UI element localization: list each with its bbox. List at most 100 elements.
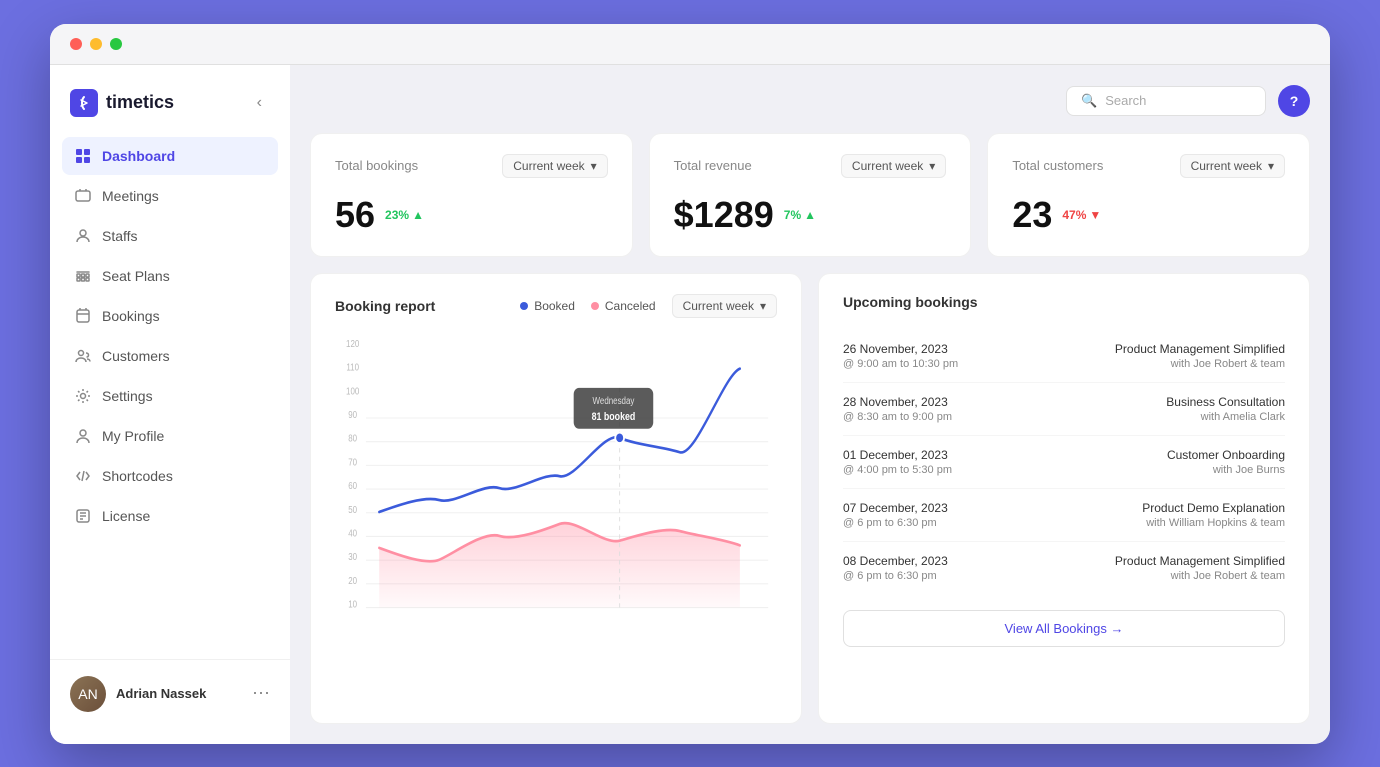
svg-text:Wednesday: Wednesday: [593, 395, 635, 406]
stat-card-customers: Total customers Current week ▾ 23 47% ▼: [987, 133, 1310, 257]
svg-text:110: 110: [346, 361, 359, 372]
svg-text:50: 50: [348, 504, 357, 515]
sidebar-item-seat-plans[interactable]: Seat Plans: [62, 257, 278, 295]
stat-badge: 23% ▲: [385, 208, 424, 222]
sidebar-item-label: Staffs: [102, 228, 138, 244]
upcoming-bookings-title: Upcoming bookings: [843, 294, 1285, 310]
seat-plans-icon: [74, 267, 92, 285]
booking-date-time: 28 November, 2023 @ 8:30 am to 9:00 pm: [843, 395, 952, 423]
booking-item: 01 December, 2023 @ 4:00 pm to 5:30 pm C…: [843, 436, 1285, 489]
sidebar-item-staffs[interactable]: Staffs: [62, 217, 278, 255]
stat-value: 56: [335, 194, 375, 236]
upcoming-bookings-card: Upcoming bookings 26 November, 2023 @ 9:…: [818, 273, 1310, 724]
title-bar: [50, 24, 1330, 65]
minimize-button[interactable]: [90, 38, 102, 50]
chart-legend: Booked Canceled Current week ▾: [520, 294, 777, 318]
sidebar: timetics ‹ Dashboard: [50, 65, 290, 744]
sidebar-item-meetings[interactable]: Meetings: [62, 177, 278, 215]
dashboard-icon: [74, 147, 92, 165]
stat-card-revenue: Total revenue Current week ▾ $1289 7% ▲: [649, 133, 972, 257]
booking-item: 28 November, 2023 @ 8:30 am to 9:00 pm B…: [843, 383, 1285, 436]
sidebar-item-customers[interactable]: Customers: [62, 337, 278, 375]
booking-with: with Joe Robert & team: [1115, 570, 1285, 582]
booking-with: with Joe Robert & team: [1115, 358, 1285, 370]
close-button[interactable]: [70, 38, 82, 50]
booking-time: @ 6 pm to 6:30 pm: [843, 570, 948, 582]
help-button[interactable]: ?: [1278, 85, 1310, 117]
sidebar-item-bookings[interactable]: Bookings: [62, 297, 278, 335]
chevron-down-icon: ▾: [1268, 159, 1274, 173]
booking-date-time: 07 December, 2023 @ 6 pm to 6:30 pm: [843, 501, 948, 529]
chart-container: 10 20 30 40 50 60 70 80 90 100 110 120: [335, 334, 777, 614]
view-all-bookings-button[interactable]: View All Bookings →: [843, 610, 1285, 647]
sidebar-item-label: Bookings: [102, 308, 160, 324]
booking-time: @ 6 pm to 6:30 pm: [843, 517, 948, 529]
booking-event: Product Demo Explanation: [1142, 501, 1285, 515]
staffs-icon: [74, 227, 92, 245]
booking-event: Product Management Simplified: [1115, 342, 1285, 356]
sidebar-item-license[interactable]: License: [62, 497, 278, 535]
main-content: 🔍 Search ? Total bookings Current week ▾: [290, 65, 1330, 744]
search-box[interactable]: 🔍 Search: [1066, 86, 1266, 116]
stat-label: Total revenue: [674, 158, 752, 173]
search-placeholder: Search: [1105, 93, 1146, 108]
booking-event-info: Product Management Simplified with Joe R…: [1115, 554, 1285, 582]
stats-row: Total bookings Current week ▾ 56 23% ▲: [310, 133, 1310, 257]
sidebar-item-label: Seat Plans: [102, 268, 170, 284]
shortcodes-icon: [74, 467, 92, 485]
logo-icon: [70, 89, 98, 117]
avatar: AN: [70, 676, 106, 712]
chart-title: Booking report: [335, 298, 435, 314]
logo-text: timetics: [106, 92, 174, 113]
booking-date: 01 December, 2023: [843, 448, 952, 462]
top-bar: 🔍 Search ?: [310, 85, 1310, 117]
sidebar-item-label: Settings: [102, 388, 153, 404]
stat-card-bookings: Total bookings Current week ▾ 56 23% ▲: [310, 133, 633, 257]
sidebar-footer: AN Adrian Nassek ⋯: [50, 659, 290, 728]
sidebar-item-label: My Profile: [102, 428, 164, 444]
user-more-button[interactable]: ⋯: [252, 683, 270, 704]
search-icon: 🔍: [1081, 93, 1097, 109]
booking-item: 26 November, 2023 @ 9:00 am to 10:30 pm …: [843, 330, 1285, 383]
logo-area: timetics ‹: [50, 81, 290, 137]
chart-period-selector[interactable]: Current week ▾: [672, 294, 777, 318]
booking-with: with Amelia Clark: [1166, 411, 1285, 423]
license-icon: [74, 507, 92, 525]
legend-canceled: Canceled: [591, 299, 656, 313]
sidebar-item-dashboard[interactable]: Dashboard: [62, 137, 278, 175]
sidebar-item-my-profile[interactable]: My Profile: [62, 417, 278, 455]
booking-with: with William Hopkins & team: [1142, 517, 1285, 529]
my-profile-icon: [74, 427, 92, 445]
booking-event-info: Product Management Simplified with Joe R…: [1115, 342, 1285, 370]
collapse-sidebar-button[interactable]: ‹: [249, 90, 270, 116]
period-selector-bookings[interactable]: Current week ▾: [502, 154, 607, 178]
stat-label: Total customers: [1012, 158, 1103, 173]
booking-date-time: 01 December, 2023 @ 4:00 pm to 5:30 pm: [843, 448, 952, 476]
chevron-down-icon: ▾: [929, 159, 935, 173]
booking-time: @ 4:00 pm to 5:30 pm: [843, 464, 952, 476]
booking-date-time: 08 December, 2023 @ 6 pm to 6:30 pm: [843, 554, 948, 582]
svg-text:120: 120: [346, 338, 359, 349]
booking-event-info: Product Demo Explanation with William Ho…: [1142, 501, 1285, 529]
user-name: Adrian Nassek: [116, 686, 242, 701]
booking-event-info: Business Consultation with Amelia Clark: [1166, 395, 1285, 423]
maximize-button[interactable]: [110, 38, 122, 50]
sidebar-item-label: Customers: [102, 348, 170, 364]
period-selector-customers[interactable]: Current week ▾: [1180, 154, 1285, 178]
sidebar-item-shortcodes[interactable]: Shortcodes: [62, 457, 278, 495]
customers-icon: [74, 347, 92, 365]
booked-dot: [520, 302, 528, 310]
bookings-list: 26 November, 2023 @ 9:00 am to 10:30 pm …: [843, 330, 1285, 594]
svg-text:81 booked: 81 booked: [592, 411, 636, 423]
charts-row: Booking report Booked Canceled: [310, 273, 1310, 724]
bookings-icon: [74, 307, 92, 325]
booking-item: 07 December, 2023 @ 6 pm to 6:30 pm Prod…: [843, 489, 1285, 542]
svg-text:70: 70: [348, 456, 357, 467]
booking-with: with Joe Burns: [1167, 464, 1285, 476]
canceled-dot: [591, 302, 599, 310]
sidebar-item-label: License: [102, 508, 150, 524]
period-selector-revenue[interactable]: Current week ▾: [841, 154, 946, 178]
sidebar-item-settings[interactable]: Settings: [62, 377, 278, 415]
booking-time: @ 8:30 am to 9:00 pm: [843, 411, 952, 423]
svg-text:40: 40: [348, 527, 357, 538]
